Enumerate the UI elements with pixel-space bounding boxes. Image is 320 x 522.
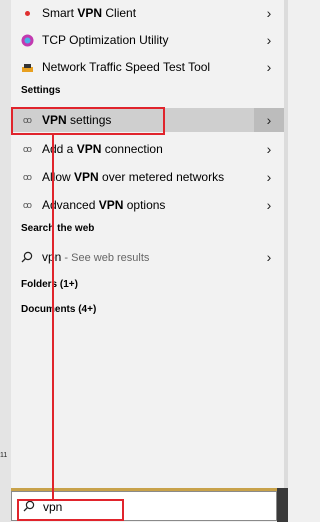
- settings-header: Settings: [21, 85, 61, 96]
- setting-label-pre: Add a: [42, 142, 77, 156]
- app-result-smart-vpn[interactable]: Smart VPN Client ›: [11, 1, 284, 25]
- web-suffix: - See web results: [61, 252, 150, 264]
- app-label-pre: Smart: [42, 6, 78, 20]
- chevron-right-icon[interactable]: ›: [254, 169, 284, 185]
- chevron-right-icon[interactable]: ›: [254, 197, 284, 213]
- smart-vpn-icon: [20, 6, 34, 20]
- panel-edge: [284, 0, 288, 488]
- chevron-right-icon[interactable]: ›: [254, 141, 284, 157]
- app-label-bold: VPN: [77, 6, 103, 20]
- setting-label-post: connection: [101, 142, 163, 156]
- tcp-utility-icon: [20, 33, 34, 47]
- app-label: TCP Optimization Utility: [42, 33, 169, 47]
- vpn-icon: ꝏ: [22, 143, 32, 154]
- taskbar-right: [277, 488, 288, 522]
- highlight-box-vpn-settings: [11, 107, 165, 135]
- folders-header[interactable]: Folders (1+): [21, 279, 78, 290]
- vpn-icon: ꝏ: [22, 171, 32, 182]
- setting-label-bold: VPN: [98, 198, 124, 212]
- app-result-speed-test[interactable]: Network Traffic Speed Test Tool ›: [11, 55, 284, 79]
- setting-label-bold: VPN: [74, 170, 99, 184]
- vpn-icon: ꝏ: [22, 199, 32, 210]
- setting-label-pre: Advanced: [42, 198, 99, 212]
- chevron-right-icon[interactable]: ›: [254, 108, 284, 132]
- setting-label-post: over metered networks: [98, 170, 225, 184]
- app-label-post: Client: [102, 6, 137, 20]
- taskbar-time: 11: [0, 452, 8, 459]
- setting-label-pre: Allow: [42, 170, 75, 184]
- chevron-right-icon[interactable]: ›: [254, 32, 284, 48]
- taskbar-left-strip: 11: [0, 0, 11, 522]
- app-label: Network Traffic Speed Test Tool: [42, 60, 211, 74]
- setting-label-bold: VPN: [76, 142, 102, 156]
- setting-label-post: options: [123, 198, 166, 212]
- chevron-right-icon[interactable]: ›: [254, 249, 284, 265]
- app-result-tcp[interactable]: TCP Optimization Utility ›: [11, 28, 284, 52]
- speed-test-icon: [20, 60, 34, 74]
- search-icon: [20, 250, 34, 264]
- highlight-box-search-input: [17, 499, 124, 521]
- search-web-header: Search the web: [21, 223, 95, 234]
- documents-header[interactable]: Documents (4+): [21, 304, 96, 315]
- annotation-connector-line: [52, 135, 54, 500]
- chevron-right-icon[interactable]: ›: [254, 5, 284, 21]
- chevron-right-icon[interactable]: ›: [254, 59, 284, 75]
